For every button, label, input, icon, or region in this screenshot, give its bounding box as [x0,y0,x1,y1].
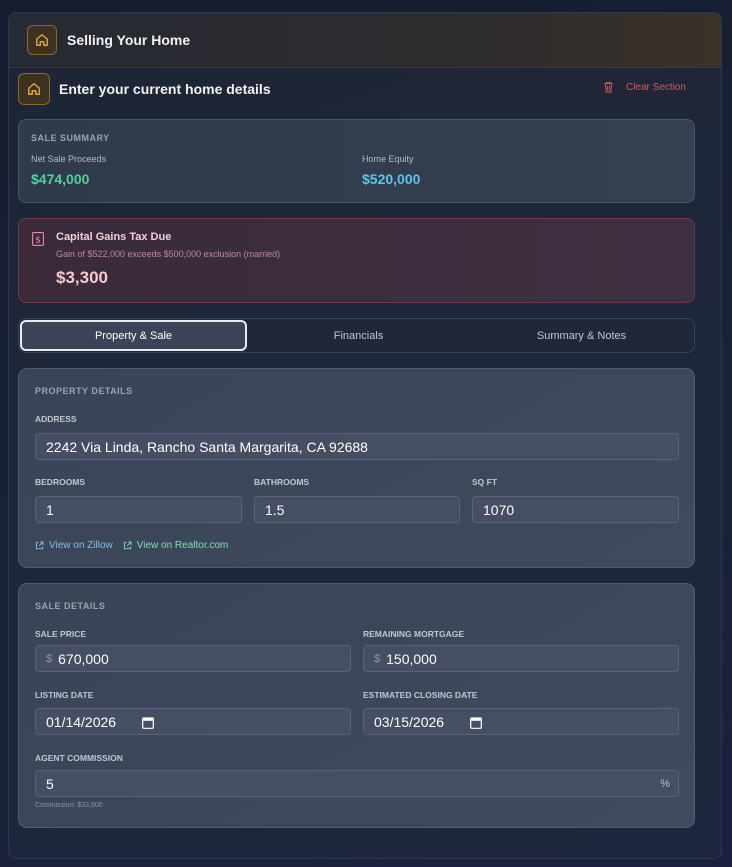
tax-amount: $3,300 [56,268,108,287]
address-label: ADDRESS [35,414,77,424]
tab-property-sale[interactable]: Property & Sale [20,320,247,351]
net-proceeds: Net Sale Proceeds $474,000 [31,154,106,187]
dollar-document-icon: $ [32,232,44,246]
address-input[interactable]: 2242 Via Linda, Rancho Santa Margarita, … [35,433,679,460]
home-equity-value: $520,000 [362,171,421,187]
capital-gains-card: $ Capital Gains Tax Due Gain of $522,000… [18,218,695,303]
home-equity: Home Equity $520,000 [362,154,420,187]
trash-icon [604,81,613,93]
svg-text:$: $ [35,236,41,246]
clear-section-button[interactable]: Clear Section [603,81,686,93]
sqft-input[interactable]: 1070 [472,496,679,523]
net-proceeds-label: Net Sale Proceeds [31,154,107,164]
sale-summary-card: SALE SUMMARY Net Sale Proceeds $474,000 … [18,119,695,203]
property-details-label: PROPERTY DETAILS [35,386,133,396]
listing-date-value: 01/14/2026 [46,713,117,730]
bedrooms-label: BEDROOMS [35,477,86,487]
bedrooms-input[interactable]: 1 [35,496,242,523]
zillow-link[interactable]: View on Zillow [35,540,113,551]
bathrooms-label: BATHROOMS [254,477,310,487]
home-icon [18,73,50,105]
sale-price-value: 670,000 [58,650,109,667]
percent-suffix: % [660,778,670,790]
zillow-link-label: View on Zillow [49,540,113,551]
property-details-panel: PROPERTY DETAILS ADDRESS 2242 Via Linda,… [18,368,695,568]
listing-date-label: LISTING DATE [35,690,94,700]
listing-date-input[interactable]: 01/14/2026 [35,708,351,735]
section-title: Enter your current home details [59,81,271,97]
home-equity-label: Home Equity [362,154,414,164]
commission-value: 5 [46,775,54,792]
commission-label: AGENT COMMISSION [35,753,123,763]
sale-price-label: SALE PRICE [35,629,87,639]
clear-section-label: Clear Section [625,81,686,93]
mortgage-value: 150,000 [386,650,437,667]
home-icon [27,25,57,55]
tax-title: Capital Gains Tax Due [56,231,172,243]
sale-details-label: SALE DETAILS [35,601,106,611]
realtor-link[interactable]: View on Realtor.com [123,540,229,551]
listing-links: View on Zillow View on Realtor.com [35,540,238,551]
closing-date-value: 03/15/2026 [374,713,445,730]
tab-summary-notes[interactable]: Summary & Notes [470,320,693,351]
tab-bar: Property & Sale Financials Summary & Not… [18,318,695,353]
top-bar: Selling Your Home [9,13,721,68]
closing-date-label: ESTIMATED CLOSING DATE [363,690,478,700]
sale-price-input[interactable]: $ 670,000 [35,645,351,672]
tab-financials[interactable]: Financials [247,320,470,351]
realtor-link-label: View on Realtor.com [136,540,229,551]
commission-hint: Commission: $33,500 [35,802,103,809]
currency-prefix: $ [374,652,381,665]
net-proceeds-value: $474,000 [31,171,90,187]
calendar-icon[interactable] [470,716,482,729]
external-link-icon [35,541,44,550]
closing-date-input[interactable]: 03/15/2026 [363,708,679,735]
mortgage-label: REMAINING MORTGAGE [363,629,465,639]
page-title: Selling Your Home [67,32,191,48]
section-header: Enter your current home details Clear Se… [18,72,696,106]
bathrooms-input[interactable]: 1.5 [254,496,460,523]
mortgage-input[interactable]: $ 150,000 [363,645,679,672]
calendar-icon[interactable] [142,716,154,729]
sale-summary-label: SALE SUMMARY [31,133,110,143]
commission-input[interactable]: 5 % [35,770,679,797]
external-link-icon [123,541,132,550]
tax-subtitle: Gain of $522,000 exceeds $500,000 exclus… [56,249,281,259]
sale-details-panel: SALE DETAILS SALE PRICE $ 670,000 REMAIN… [18,583,695,828]
sqft-label: SQ FT [472,477,498,487]
currency-prefix: $ [46,652,53,665]
